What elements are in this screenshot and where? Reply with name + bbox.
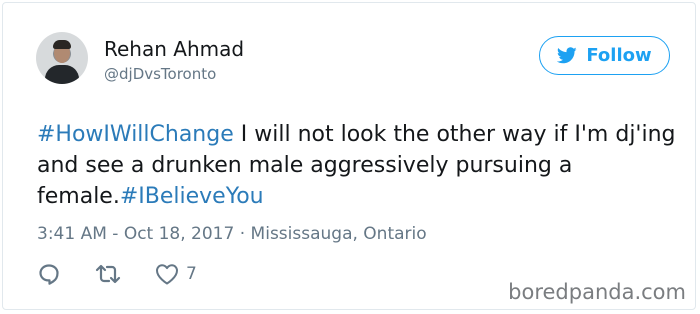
like-count: 7 [186, 264, 197, 284]
tweet-actions: 7 [37, 261, 197, 287]
watermark: boredpanda.com [508, 280, 686, 304]
tweet-timestamp[interactable]: 3:41 AM - Oct 18, 2017 [37, 224, 234, 244]
twitter-bird-icon [557, 47, 578, 64]
meta-separator: · [234, 224, 251, 244]
retweet-button[interactable] [95, 263, 121, 285]
follow-button[interactable]: Follow [539, 36, 670, 75]
follow-button-label: Follow [586, 45, 652, 66]
retweet-icon [95, 263, 121, 285]
hashtag-howiwillchange[interactable]: #HowIWillChange [37, 122, 234, 147]
hashtag-ibelieveyou[interactable]: #IBelieveYou [120, 184, 264, 209]
author-handle[interactable]: @djDvsToronto [104, 65, 216, 83]
tweet-card: Rehan Ahmad @djDvsToronto Follow #HowIWi… [2, 2, 696, 310]
reply-button[interactable] [37, 262, 61, 286]
reply-icon [37, 262, 61, 286]
heart-icon [155, 263, 179, 285]
tweet-text: #HowIWillChange I will not look the othe… [37, 119, 677, 212]
tweet-location[interactable]: Mississauga, Ontario [251, 224, 427, 244]
like-button[interactable]: 7 [155, 263, 197, 285]
tweet-meta: 3:41 AM - Oct 18, 2017 · Mississauga, On… [37, 223, 427, 245]
author-display-name[interactable]: Rehan Ahmad [104, 37, 244, 61]
avatar[interactable] [36, 32, 88, 84]
